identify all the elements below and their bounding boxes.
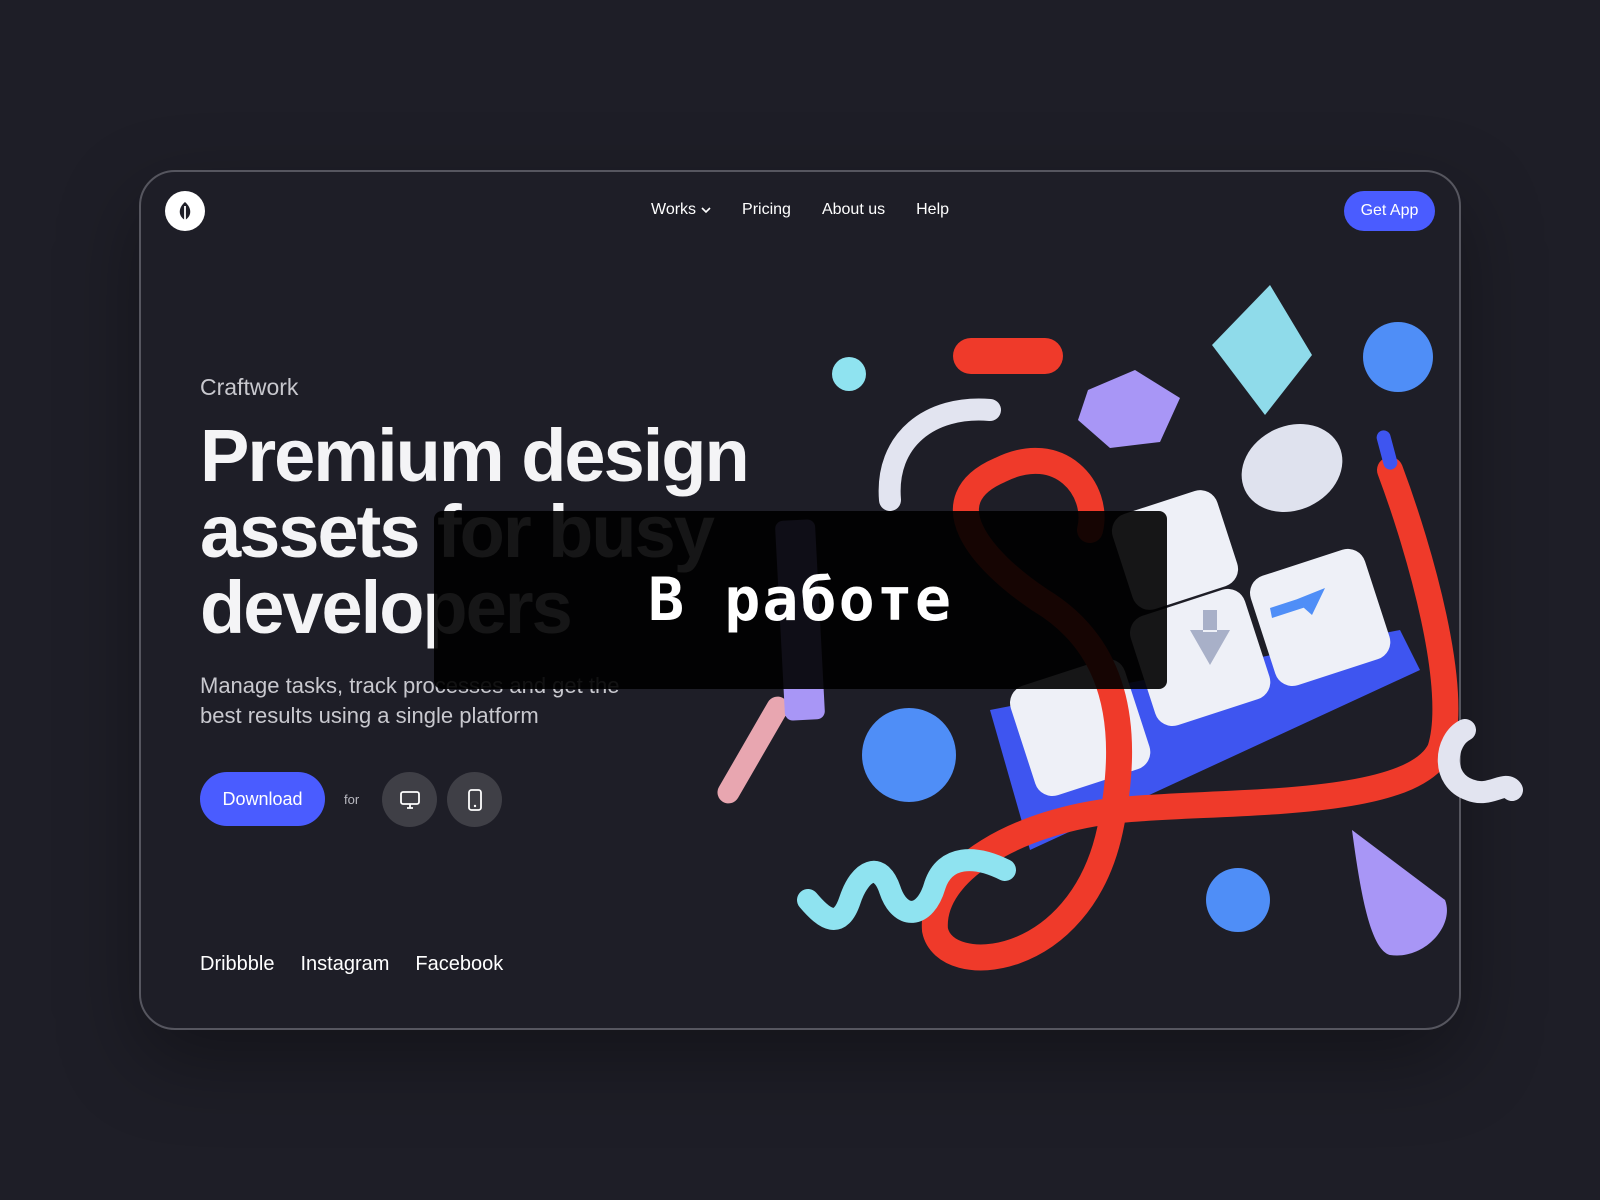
lilac-cube-shape — [1078, 370, 1180, 448]
silver-hook-shape — [1437, 719, 1523, 803]
social-link-instagram[interactable]: Instagram — [300, 953, 389, 976]
glass-puck-shape — [1241, 424, 1343, 512]
desktop-icon — [399, 790, 420, 809]
blue-sphere-shape — [1363, 322, 1433, 392]
blue-sphere-shape — [1206, 868, 1270, 932]
cyan-diamond-shape — [1212, 285, 1312, 415]
logo[interactable] — [165, 191, 205, 231]
overlay-text: В работе — [648, 565, 953, 635]
nav-item-label: Pricing — [742, 201, 791, 218]
chevron-down-icon — [701, 207, 711, 214]
nav-item-works[interactable]: Works — [651, 201, 711, 219]
nav-item-help[interactable]: Help — [916, 201, 949, 219]
cyan-squiggle-shape — [797, 849, 1016, 930]
leaf-icon — [179, 202, 191, 220]
nav-item-label: Works — [651, 201, 697, 218]
nav-item-about-us[interactable]: About us — [822, 201, 885, 219]
pink-stick-shape — [717, 696, 789, 804]
red-pill-shape — [953, 338, 1063, 374]
top-nav: Works Pricing About us Help — [651, 201, 949, 219]
social-links: Dribbble Instagram Facebook — [200, 953, 503, 976]
desktop-platform-button[interactable] — [382, 772, 437, 827]
headline-line: Premium design — [200, 414, 750, 497]
blue-sphere-shape — [862, 708, 956, 802]
nav-item-pricing[interactable]: Pricing — [742, 201, 791, 219]
get-app-button[interactable]: Get App — [1344, 191, 1435, 231]
download-button[interactable]: Download — [200, 772, 325, 826]
mobile-icon — [467, 788, 482, 811]
cyan-ball-shape — [832, 357, 866, 391]
for-label: for — [344, 792, 360, 807]
nav-item-label: About us — [821, 201, 886, 218]
brand-name: Craftwork — [200, 374, 299, 400]
mobile-platform-button[interactable] — [447, 772, 502, 827]
lilac-cone-shape — [1352, 830, 1447, 956]
social-link-facebook[interactable]: Facebook — [415, 953, 503, 976]
status-overlay: В работе — [434, 511, 1167, 689]
social-link-dribbble[interactable]: Dribbble — [200, 953, 274, 976]
nav-item-label: Help — [916, 201, 950, 218]
